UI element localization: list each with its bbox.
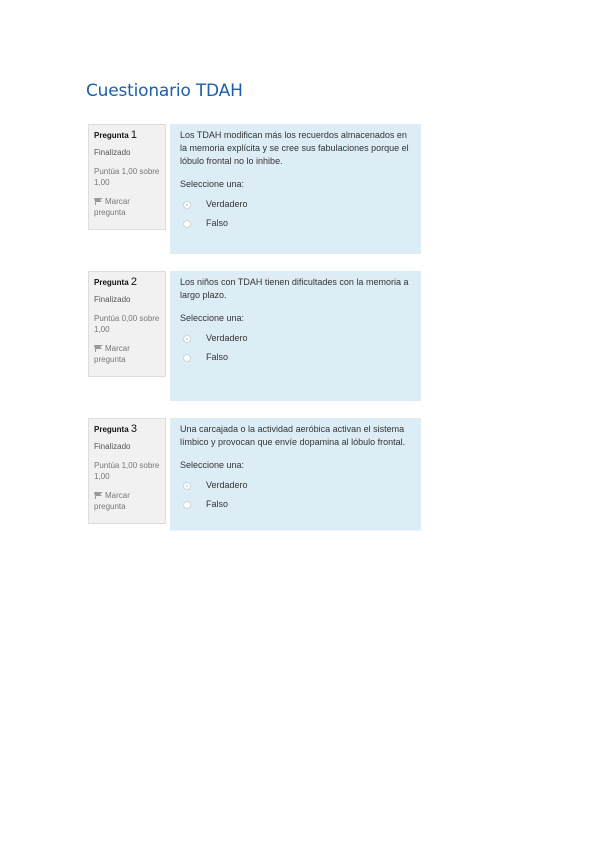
option-label: Verdadero xyxy=(206,199,248,209)
flag-question-link[interactable]: Marcar pregunta xyxy=(94,490,160,512)
question-content: Una carcajada o la actividad aeróbica ac… xyxy=(170,418,421,531)
question-number: Pregunta 3 xyxy=(94,423,160,435)
question-state: Finalizado xyxy=(94,442,131,451)
answer-option-verdadero[interactable]: Verdadero xyxy=(180,329,411,348)
question-grade: Puntúa 0,00 sobre 1,00 xyxy=(94,314,160,334)
radio-falso[interactable] xyxy=(183,353,191,362)
radio-verdadero[interactable] xyxy=(183,334,191,343)
question-info: Pregunta 1 Finalizado Puntúa 1,00 sobre … xyxy=(88,124,166,230)
radio-falso[interactable] xyxy=(183,219,191,228)
answer-option-falso[interactable]: Falso xyxy=(180,214,411,233)
option-label: Verdadero xyxy=(206,333,248,343)
radio-verdadero[interactable] xyxy=(183,200,191,209)
option-label: Falso xyxy=(206,352,229,362)
answer-prompt: Seleccione una: xyxy=(180,313,245,323)
option-label: Falso xyxy=(206,218,229,228)
question-1: Pregunta 1 Finalizado Puntúa 1,00 sobre … xyxy=(88,124,421,254)
question-content: Los TDAH modifican más los recuerdos alm… xyxy=(170,124,421,254)
question-label: Pregunta xyxy=(94,131,129,140)
option-label: Falso xyxy=(206,499,229,509)
question-info: Pregunta 2 Finalizado Puntúa 0,00 sobre … xyxy=(88,271,166,377)
answer-prompt: Seleccione una: xyxy=(180,179,245,189)
question-grade: Puntúa 1,00 sobre 1,00 xyxy=(94,461,160,481)
question-state: Finalizado xyxy=(94,148,131,157)
question-number-value: 2 xyxy=(130,276,138,288)
question-number-value: 3 xyxy=(130,423,138,435)
question-text: Los TDAH modifican más los recuerdos alm… xyxy=(180,130,409,166)
answer-option-falso[interactable]: Falso xyxy=(180,495,411,514)
flag-icon xyxy=(94,198,103,205)
question-grade: Puntúa 1,00 sobre 1,00 xyxy=(94,167,160,187)
option-label: Verdadero xyxy=(206,480,248,490)
page-title: Cuestionario TDAH xyxy=(86,81,243,101)
question-number-value: 1 xyxy=(130,129,138,141)
answer-option-verdadero[interactable]: Verdadero xyxy=(180,195,411,214)
radio-verdadero[interactable] xyxy=(183,481,191,490)
question-label: Pregunta xyxy=(94,425,129,434)
answer-prompt: Seleccione una: xyxy=(180,460,245,470)
radio-falso[interactable] xyxy=(183,500,191,509)
question-3: Pregunta 3 Finalizado Puntúa 1,00 sobre … xyxy=(88,418,421,531)
question-2: Pregunta 2 Finalizado Puntúa 0,00 sobre … xyxy=(88,271,421,401)
question-label: Pregunta xyxy=(94,278,129,287)
flag-question-link[interactable]: Marcar pregunta xyxy=(94,196,160,218)
answer-option-verdadero[interactable]: Verdadero xyxy=(180,476,411,495)
flag-icon xyxy=(94,345,103,352)
question-text: Los niños con TDAH tienen dificultades c… xyxy=(180,277,409,300)
question-text: Una carcajada o la actividad aeróbica ac… xyxy=(180,424,406,447)
question-number: Pregunta 1 xyxy=(94,129,160,141)
flag-question-link[interactable]: Marcar pregunta xyxy=(94,343,160,365)
question-info: Pregunta 3 Finalizado Puntúa 1,00 sobre … xyxy=(88,418,166,524)
answer-option-falso[interactable]: Falso xyxy=(180,348,411,367)
flag-icon xyxy=(94,492,103,499)
question-state: Finalizado xyxy=(94,295,131,304)
question-content: Los niños con TDAH tienen dificultades c… xyxy=(170,271,421,401)
question-number: Pregunta 2 xyxy=(94,276,160,288)
